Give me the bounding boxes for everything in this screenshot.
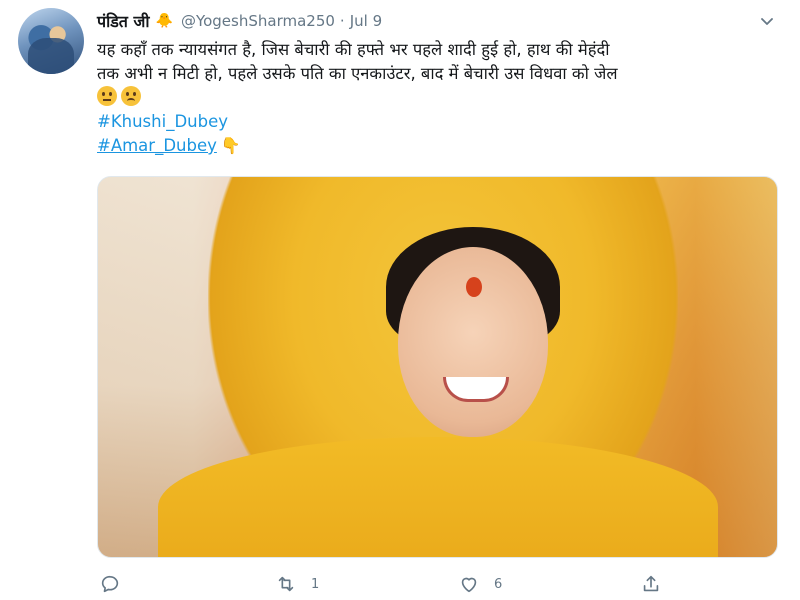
heart-icon xyxy=(461,577,477,593)
sad-face-emoji-icon xyxy=(121,86,141,106)
chick-emoji-icon: 🐥 xyxy=(155,13,173,29)
emoji-row xyxy=(97,86,777,110)
hashtag-row-2: #Amar_Dubey 👇 xyxy=(97,134,777,158)
tweet-date[interactable]: Jul 9 xyxy=(350,12,382,30)
display-name[interactable]: पंडित जी xyxy=(97,10,150,32)
retweet-button[interactable]: 1 xyxy=(275,570,319,598)
tweet-text-line-1: यह कहाँ तक न्यायसंगत है, जिस बेचारी की ह… xyxy=(97,40,610,59)
user-avatar[interactable] xyxy=(18,8,84,74)
tweet-text: यह कहाँ तक न्यायसंगत है, जिस बेचारी की ह… xyxy=(97,38,777,158)
retweet-count: 1 xyxy=(311,576,320,592)
reply-button[interactable] xyxy=(99,570,121,598)
tweet-text-line-2: तक अभी न मिटी हो, पहले उसके पति का एनकाउ… xyxy=(97,64,618,83)
like-count: 6 xyxy=(494,576,503,592)
photo-bindi xyxy=(466,277,482,297)
tweet-header: पंडित जी 🐥 @YogeshSharma250 · Jul 9 xyxy=(97,10,382,32)
more-options-chevron-down-icon[interactable] xyxy=(754,10,780,32)
pointing-down-emoji-icon: 👇 xyxy=(220,136,241,155)
share-icon xyxy=(643,575,659,592)
share-button[interactable] xyxy=(640,570,662,598)
tweet-photo[interactable] xyxy=(97,176,778,558)
tweet-actions-bar: 1 6 xyxy=(97,570,777,598)
hashtag-row-1: #Khushi_Dubey xyxy=(97,110,777,134)
photo-face xyxy=(398,247,548,437)
like-button[interactable]: 6 xyxy=(458,570,502,598)
neutral-face-emoji-icon xyxy=(97,86,117,106)
user-handle[interactable]: @YogeshSharma250 xyxy=(181,12,335,30)
reply-icon xyxy=(101,575,119,593)
tweet-card[interactable]: पंडित जी 🐥 @YogeshSharma250 · Jul 9 यह क… xyxy=(0,0,800,600)
separator-dot: · xyxy=(339,12,345,30)
retweet-icon xyxy=(278,576,294,592)
hashtag-khushi-dubey[interactable]: #Khushi_Dubey xyxy=(97,112,228,131)
hashtag-amar-dubey[interactable]: #Amar_Dubey xyxy=(97,136,217,155)
